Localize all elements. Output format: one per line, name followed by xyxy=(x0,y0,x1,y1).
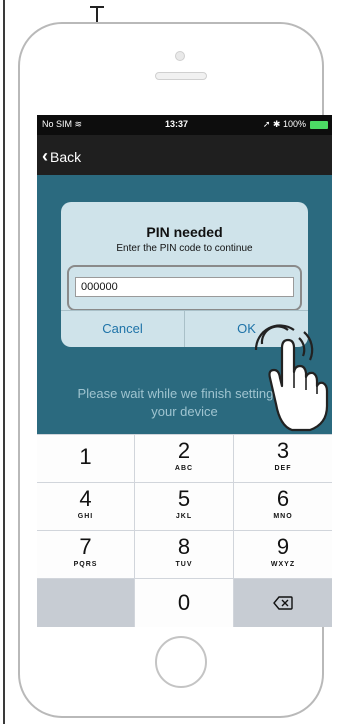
wifi-icon: ≋ xyxy=(74,119,83,129)
backspace-icon xyxy=(273,596,293,610)
pin-input-highlight xyxy=(67,265,302,311)
cancel-button[interactable]: Cancel xyxy=(61,310,184,347)
key-3[interactable]: 3 DEF xyxy=(234,435,332,482)
key-3-letters: DEF xyxy=(274,465,292,472)
key-1-digit: 1 xyxy=(79,444,92,469)
numeric-keypad: 1 2 ABC 3 DEF 4 GHI 5 JKL 6 MNO 7 PQRS 8… xyxy=(37,434,332,627)
key-6-digit: 6 xyxy=(276,486,290,511)
key-4-digit: 4 xyxy=(79,486,92,511)
back-button[interactable]: ‹ Back xyxy=(42,146,81,167)
battery-icon xyxy=(310,121,328,129)
key-7[interactable]: 7 PQRS xyxy=(37,531,134,578)
key-9-digit: 9 xyxy=(276,534,290,559)
status-time: 13:37 xyxy=(165,119,189,129)
key-4[interactable]: 4 GHI xyxy=(37,483,134,530)
key-6-letters: MNO xyxy=(273,513,293,520)
carrier-text: No SIM xyxy=(42,119,73,129)
status-bar: No SIM ≋ 13:37 ➚ ✱ 100% xyxy=(37,115,332,135)
front-camera xyxy=(175,51,185,61)
key-7-digit: 7 xyxy=(79,534,92,559)
document-margin-line xyxy=(3,0,5,724)
key-2-letters: ABC xyxy=(174,465,194,472)
key-6[interactable]: 6 MNO xyxy=(234,483,332,530)
key-0-digit: 0 xyxy=(177,590,191,615)
status-right: ➚ ✱ 100% xyxy=(263,119,306,130)
key-5-letters: JKL xyxy=(175,513,193,520)
key-8-digit: 8 xyxy=(177,534,191,559)
carrier-label: No SIM ≋ xyxy=(42,119,82,130)
location-arrow-icon: ➚ xyxy=(262,119,271,129)
earpiece-speaker xyxy=(155,72,207,80)
key-9[interactable]: 9 WXYZ xyxy=(234,531,332,578)
key-1[interactable]: 1 xyxy=(37,435,134,482)
bluetooth-icon: ✱ xyxy=(272,119,281,129)
key-8[interactable]: 8 TUV xyxy=(135,531,233,578)
key-5[interactable]: 5 JKL xyxy=(135,483,233,530)
alert-message: Enter the PIN code to continue xyxy=(116,243,253,254)
key-blank xyxy=(37,579,134,627)
back-label: Back xyxy=(50,149,82,165)
battery-percent: 100% xyxy=(282,119,306,129)
key-2[interactable]: 2 ABC xyxy=(135,435,233,482)
key-5-digit: 5 xyxy=(177,486,191,511)
key-0[interactable]: 0 xyxy=(135,579,233,627)
key-4-letters: GHI xyxy=(77,513,94,520)
key-9-letters: WXYZ xyxy=(270,561,296,568)
key-7-letters: PQRS xyxy=(73,561,98,568)
key-3-digit: 3 xyxy=(276,438,290,463)
nav-bar: ‹ Back xyxy=(37,135,332,175)
delete-key[interactable] xyxy=(234,579,332,627)
home-button[interactable] xyxy=(155,636,207,688)
chevron-left-icon: ‹ xyxy=(42,146,48,166)
hand-tap-icon xyxy=(254,324,329,432)
alert-title: PIN needed xyxy=(146,224,223,240)
key-8-letters: TUV xyxy=(175,561,193,568)
key-2-digit: 2 xyxy=(177,438,191,463)
